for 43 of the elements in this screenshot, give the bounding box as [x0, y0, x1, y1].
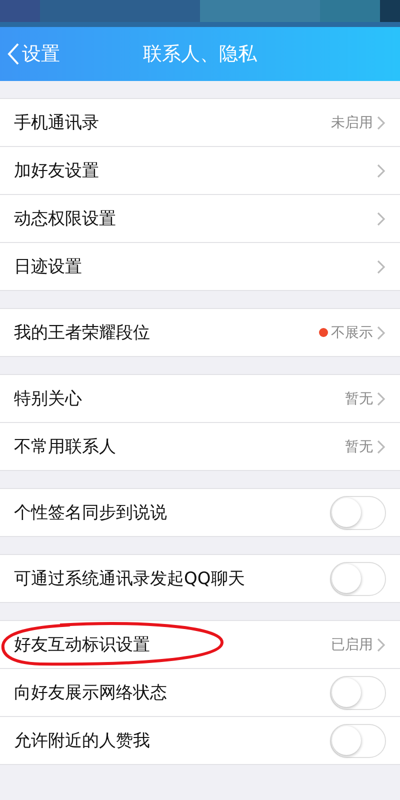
- chevron-icon: [376, 324, 386, 340]
- row-label: 我的王者荣耀段位: [14, 322, 151, 344]
- row-value: 暂无: [345, 438, 373, 456]
- row-label: 日迹设置: [14, 256, 83, 278]
- row-label: 手机通讯录: [14, 112, 100, 134]
- page-title: 联系人、隐私: [143, 42, 257, 67]
- settings-row[interactable]: 个性签名同步到说说: [0, 489, 400, 536]
- settings-row[interactable]: 不常用联系人 暂无: [0, 422, 400, 470]
- row-label: 个性签名同步到说说: [14, 502, 168, 524]
- row-label: 加好友设置: [14, 160, 100, 182]
- row-label: 不常用联系人: [14, 436, 117, 458]
- toggle-switch[interactable]: [330, 724, 386, 758]
- settings-row[interactable]: 手机通讯录 未启用: [0, 99, 400, 146]
- settings-row[interactable]: 好友互动标识设置 已启用: [0, 621, 400, 668]
- row-label: 向好友展示网络状态: [14, 682, 168, 704]
- row-label: 好友互动标识设置: [14, 634, 151, 656]
- settings-row[interactable]: 动态权限设置: [0, 194, 400, 242]
- chevron-icon: [376, 258, 386, 274]
- back-icon: [6, 42, 20, 66]
- settings-row[interactable]: 可通过系统通讯录发起QQ聊天: [0, 555, 400, 602]
- settings-row[interactable]: 允许附近的人赞我: [0, 716, 400, 764]
- chevron-icon: [376, 114, 386, 130]
- chevron-icon: [376, 210, 386, 226]
- row-value: 已启用: [331, 636, 373, 654]
- settings-row[interactable]: 特别关心 暂无: [0, 375, 400, 422]
- row-value: 未启用: [331, 114, 373, 132]
- chevron-icon: [376, 636, 386, 652]
- row-label: 可通过系统通讯录发起QQ聊天: [14, 568, 246, 590]
- toggle-switch[interactable]: [330, 562, 386, 596]
- chevron-icon: [376, 390, 386, 406]
- toggle-switch[interactable]: [330, 496, 386, 530]
- settings-row[interactable]: 我的王者荣耀段位 不展示: [0, 309, 400, 356]
- chevron-icon: [376, 438, 386, 454]
- toggle-switch[interactable]: [330, 676, 386, 710]
- row-label: 动态权限设置: [14, 208, 117, 230]
- settings-row[interactable]: 日迹设置: [0, 242, 400, 290]
- settings-row[interactable]: 向好友展示网络状态: [0, 668, 400, 716]
- row-label: 允许附近的人赞我: [14, 730, 151, 752]
- settings-row[interactable]: 加好友设置: [0, 146, 400, 194]
- row-value: 暂无: [345, 390, 373, 408]
- row-value: 不展示: [331, 324, 373, 342]
- row-label: 特别关心: [14, 388, 83, 410]
- chevron-icon: [376, 162, 386, 178]
